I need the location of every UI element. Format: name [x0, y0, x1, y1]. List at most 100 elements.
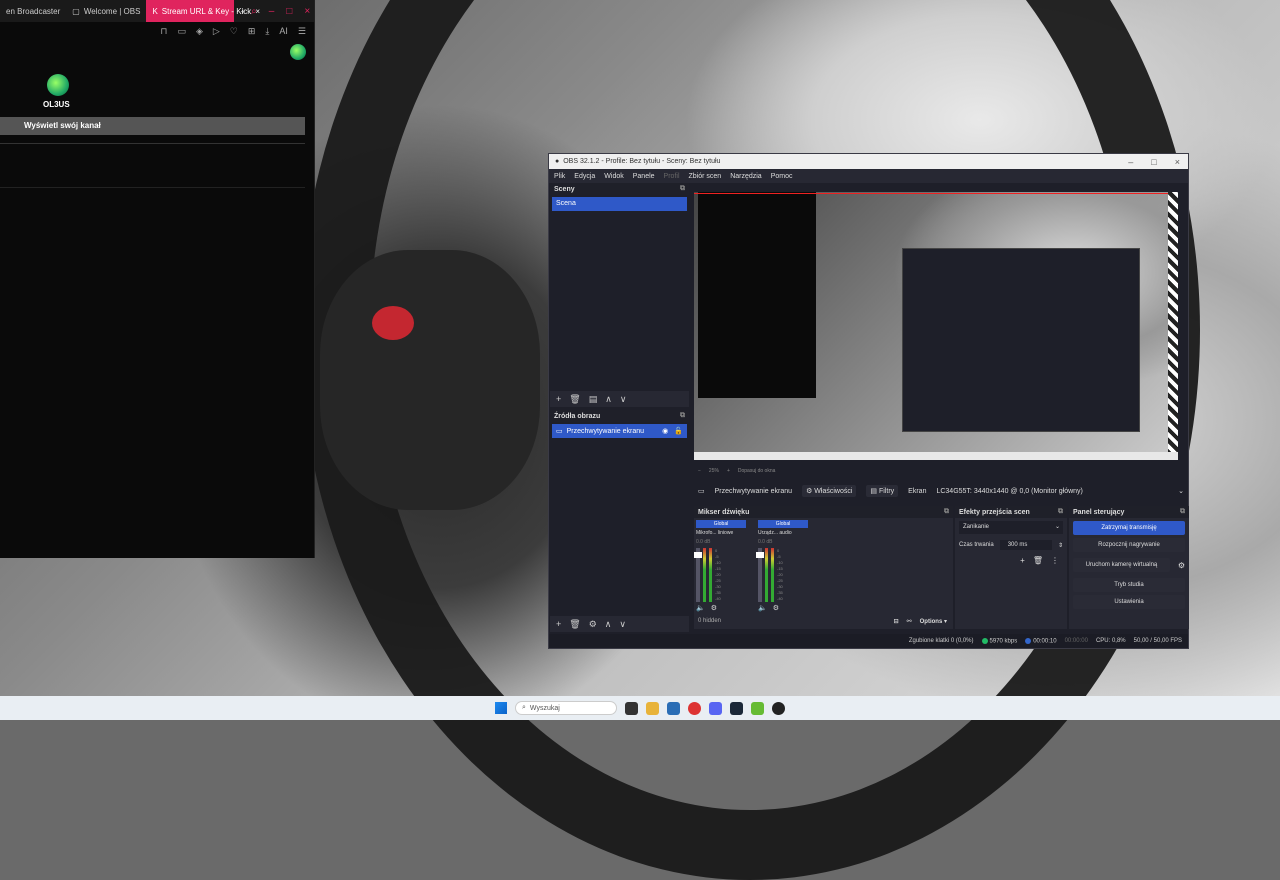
add-icon[interactable]: +	[1020, 556, 1025, 565]
scene-item[interactable]: Scena	[552, 197, 687, 211]
store-icon[interactable]	[667, 701, 680, 715]
folder-icon[interactable]	[646, 701, 659, 715]
dock-icon[interactable]: ⧉	[680, 185, 689, 193]
settings-button[interactable]: Ustawienia	[1073, 595, 1185, 609]
menu-panele[interactable]: Panele	[633, 173, 655, 180]
ai-icon[interactable]: AI	[279, 26, 288, 36]
add-icon[interactable]: +	[556, 394, 561, 404]
studio-mode-button[interactable]: Tryb studia	[1073, 578, 1185, 592]
menu-profil[interactable]: Profil	[664, 173, 680, 180]
duration-input[interactable]: 300 ms	[999, 540, 1052, 550]
chevron-down-icon: ⌄	[1054, 524, 1060, 530]
trash-icon[interactable]: 🗑	[1033, 556, 1043, 565]
wallet-icon[interactable]: ⊞	[248, 26, 256, 37]
maximize-icon[interactable]: □	[286, 6, 292, 17]
profile-avatar[interactable]	[290, 44, 306, 60]
new-tab-button[interactable]: +	[234, 0, 251, 22]
menu-pomoc[interactable]: Pomoc	[771, 173, 793, 180]
search-tabs-icon[interactable]: ⌕	[251, 6, 257, 17]
opera-icon[interactable]	[688, 701, 701, 715]
minimize-icon[interactable]: –	[1128, 157, 1133, 167]
stop-stream-button[interactable]: Zatrzymaj transmisję	[1073, 521, 1185, 535]
file-explorer-icon[interactable]	[625, 701, 638, 715]
link-icon[interactable]: ⚯	[907, 618, 912, 625]
tab-stream-url-key[interactable]: K Stream URL & Key - Kick ×	[146, 0, 260, 22]
close-icon[interactable]: ×	[1175, 157, 1180, 167]
properties-button[interactable]: ⚙ Właściwości	[802, 485, 857, 497]
stepper-icon[interactable]: ⇕	[1058, 542, 1063, 549]
gear-icon[interactable]: ⚙	[711, 604, 717, 612]
lock-icon[interactable]: 🔓	[674, 427, 683, 435]
sources-panel: Źródła obrazu ⧉ ▭ Przechwytywanie ekranu …	[550, 410, 689, 632]
reading-list-icon[interactable]: ▭	[177, 26, 186, 37]
trash-icon[interactable]: 🗑	[569, 394, 580, 405]
zoom-fit-label[interactable]: Dopasuj do okna	[738, 468, 776, 474]
scene-list: Scena	[550, 195, 689, 391]
dock-icon[interactable]: ⧉	[1058, 508, 1067, 516]
gear-icon[interactable]: ⚙	[1174, 561, 1189, 570]
screen-select[interactable]: LC34G55T: 3440x1440 @ 0,0 (Monitor główn…	[936, 488, 1168, 495]
volume-slider[interactable]	[694, 548, 702, 602]
gear-icon[interactable]: ⚙	[589, 619, 597, 630]
preview-canvas[interactable]	[694, 192, 1178, 460]
start-button[interactable]	[495, 702, 507, 714]
filter-icon[interactable]: ▤	[589, 394, 598, 405]
taskbar-search[interactable]: ⌕ Wyszukaj	[515, 701, 617, 715]
menu-icon[interactable]: ☰	[298, 26, 306, 37]
dock-icon[interactable]: ⧉	[1180, 508, 1189, 516]
transitions-header: Efekty przejścia scen	[959, 508, 1030, 516]
hidden-count[interactable]: 0 hidden	[698, 618, 721, 624]
volume-slider[interactable]	[756, 548, 764, 602]
maximize-icon[interactable]: □	[1151, 157, 1156, 167]
bookmark-icon[interactable]: ⊓	[160, 26, 167, 37]
speaker-icon[interactable]: 🔈	[758, 604, 767, 612]
close-icon[interactable]: ×	[304, 6, 310, 17]
chevron-up-icon[interactable]: ∧	[605, 619, 612, 630]
download-icon[interactable]: ⤓	[265, 26, 269, 37]
heart-icon[interactable]: ♡	[230, 26, 238, 37]
dock-icon[interactable]: ⧉	[680, 412, 689, 420]
start-virtual-cam-button[interactable]: Uruchom kamerę wirtualną	[1073, 558, 1170, 572]
filters-button[interactable]: ▤ Filtry	[866, 485, 899, 497]
menu-narzedzia[interactable]: Narzędzia	[730, 173, 762, 180]
tab-broadcaster[interactable]: en Broadcaster	[0, 0, 66, 22]
preview-browser-capture	[698, 192, 816, 398]
steam-icon[interactable]	[730, 701, 743, 715]
menu-zbior-scen[interactable]: Zbiór scen	[689, 173, 722, 180]
layout-icon[interactable]: ⊟	[894, 618, 899, 625]
start-recording-button[interactable]: Rozpocznij nagrywanie	[1073, 538, 1185, 552]
track-name[interactable]: Mikrofo... liniowe	[696, 530, 746, 536]
zoom-out-icon[interactable]: −	[698, 468, 701, 474]
cpu-usage: CPU: 0,8%	[1095, 638, 1126, 644]
minimize-icon[interactable]: –	[269, 6, 275, 17]
chevron-up-icon[interactable]: ∧	[605, 394, 612, 405]
obs-titlebar: ● OBS 32.1.2 - Profile: Bez tytułu - Sce…	[549, 154, 1188, 169]
view-channel-button[interactable]: Wyświetl swój kanał	[0, 117, 305, 135]
play-icon[interactable]: ▷	[213, 26, 220, 37]
more-icon[interactable]: ⋮	[1051, 556, 1059, 565]
trash-icon[interactable]: 🗑	[569, 619, 580, 630]
add-icon[interactable]: +	[556, 619, 561, 629]
menu-edycja[interactable]: Edycja	[574, 173, 595, 180]
tab-welcome-obs[interactable]: ▢ Welcome | OBS	[66, 0, 146, 22]
browser-tabbar: en Broadcaster ▢ Welcome | OBS K Stream UR…	[0, 0, 314, 22]
game-icon[interactable]	[751, 701, 764, 715]
menu-widok[interactable]: Widok	[604, 173, 623, 180]
options-button[interactable]: Options ▾	[920, 618, 947, 625]
chevron-down-icon[interactable]: ⌄	[1178, 487, 1184, 495]
dock-icon[interactable]: ⧉	[944, 508, 953, 516]
speaker-icon[interactable]: 🔈	[696, 604, 705, 612]
track-name[interactable]: Urządz... audio	[758, 530, 808, 536]
discord-icon[interactable]	[709, 701, 722, 715]
obs-icon[interactable]	[772, 701, 785, 715]
chevron-down-icon[interactable]: ∨	[620, 394, 627, 405]
eye-icon[interactable]: ◉	[662, 427, 668, 435]
chevron-down-icon[interactable]: ∨	[619, 619, 626, 630]
live-icon	[1025, 637, 1032, 644]
transition-select[interactable]: Zanikanie ⌄	[959, 521, 1063, 534]
shield-icon[interactable]: ◈	[196, 26, 203, 37]
zoom-in-icon[interactable]: +	[727, 468, 730, 474]
source-item[interactable]: ▭ Przechwytywanie ekranu ◉ 🔓	[552, 424, 687, 438]
gear-icon[interactable]: ⚙	[773, 604, 779, 612]
menu-plik[interactable]: Plik	[554, 173, 565, 180]
